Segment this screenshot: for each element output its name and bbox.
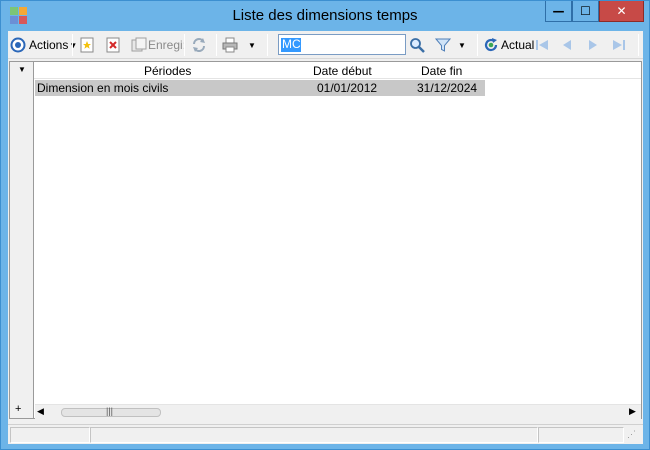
status-bar: ⋰ [8,424,643,444]
search-button[interactable] [409,35,425,55]
column-header-date-fin[interactable]: Date fin [421,64,462,78]
status-panel-3 [538,427,624,443]
refresh-icon [483,37,499,53]
printer-icon [222,37,238,53]
filter-button[interactable]: ▼ [434,35,466,55]
title-bar[interactable]: Liste des dimensions temps — ☐ ✕ [1,1,649,31]
grip-icon: ||| [106,406,114,416]
minimize-button[interactable]: — [545,1,572,22]
toolbar-separator [72,34,73,56]
resize-grip-icon[interactable]: ⋰ [627,429,636,440]
scrollbar-thumb[interactable]: ||| [61,406,161,417]
toolbar-separator [184,34,185,56]
column-header-periodes[interactable]: Périodes [144,64,191,78]
close-button[interactable]: ✕ [599,1,644,22]
chevron-down-icon[interactable]: ▼ [458,41,466,50]
cell-date-fin: 31/12/2024 [417,81,478,95]
next-record-button[interactable] [585,35,601,55]
chevron-down-icon: ▼ [69,40,78,50]
column-menu-icon[interactable]: ▼ [18,65,26,74]
new-button[interactable] [79,35,95,55]
table-row[interactable]: Dimension en mois civils 01/01/2012 31/1… [35,80,485,96]
actions-label: Actions [29,38,69,52]
delete-icon [105,37,121,53]
client-area: Actions ▼ Enregi: ▼ MC ▼ Actual ▼ + Péri… [8,31,643,444]
search-icon [409,37,425,53]
status-panel-2 [90,427,538,443]
first-icon [534,37,550,53]
toolbar-separator [216,34,217,56]
refresh-button[interactable]: Actual [483,35,534,55]
refresh-label: Actual [501,38,535,52]
toolbar-separator [267,34,268,56]
new-document-icon [79,37,95,53]
last-record-button[interactable] [611,35,627,55]
actions-icon [10,37,26,53]
search-input[interactable]: MC [278,34,406,55]
previous-record-button[interactable] [559,35,575,55]
save-label: Enregi: [148,38,187,52]
delete-button[interactable] [105,35,121,55]
print-button[interactable]: ▼ [222,35,256,55]
data-grid: ▼ + Périodes Date début Date fin Dimensi… [9,61,642,419]
save-button[interactable]: Enregi: [131,35,186,55]
cell-date-debut: 01/01/2012 [317,81,378,95]
save-icon [131,37,147,53]
toolbar-separator [477,34,478,56]
toolbar: Actions ▼ Enregi: ▼ MC ▼ Actual [8,31,643,59]
first-record-button[interactable] [534,35,550,55]
horizontal-scrollbar[interactable]: ◀ ||| ▶ [35,404,641,419]
scroll-right-icon[interactable]: ▶ [629,406,636,417]
column-header-date-debut[interactable]: Date début [313,64,372,78]
scroll-left-icon[interactable]: ◀ [37,406,44,417]
maximize-button[interactable]: ☐ [572,1,599,22]
column-header: Périodes Date début Date fin [34,62,641,79]
previous-icon [559,37,575,53]
search-value: MC [282,37,301,51]
last-icon [611,37,627,53]
actions-button[interactable]: Actions ▼ [10,35,77,55]
filter-icon [434,37,452,53]
chevron-down-icon[interactable]: ▼ [248,41,256,50]
sync-icon [191,37,207,53]
row-header-column: ▼ + [10,62,34,418]
app-window: Liste des dimensions temps — ☐ ✕ Actions… [0,0,650,450]
toolbar-separator [638,34,639,56]
cell-periodes: Dimension en mois civils [37,81,169,95]
add-row-button[interactable]: + [15,403,21,415]
next-icon [585,37,601,53]
sync-button[interactable] [191,35,207,55]
status-panel-1 [10,427,90,443]
